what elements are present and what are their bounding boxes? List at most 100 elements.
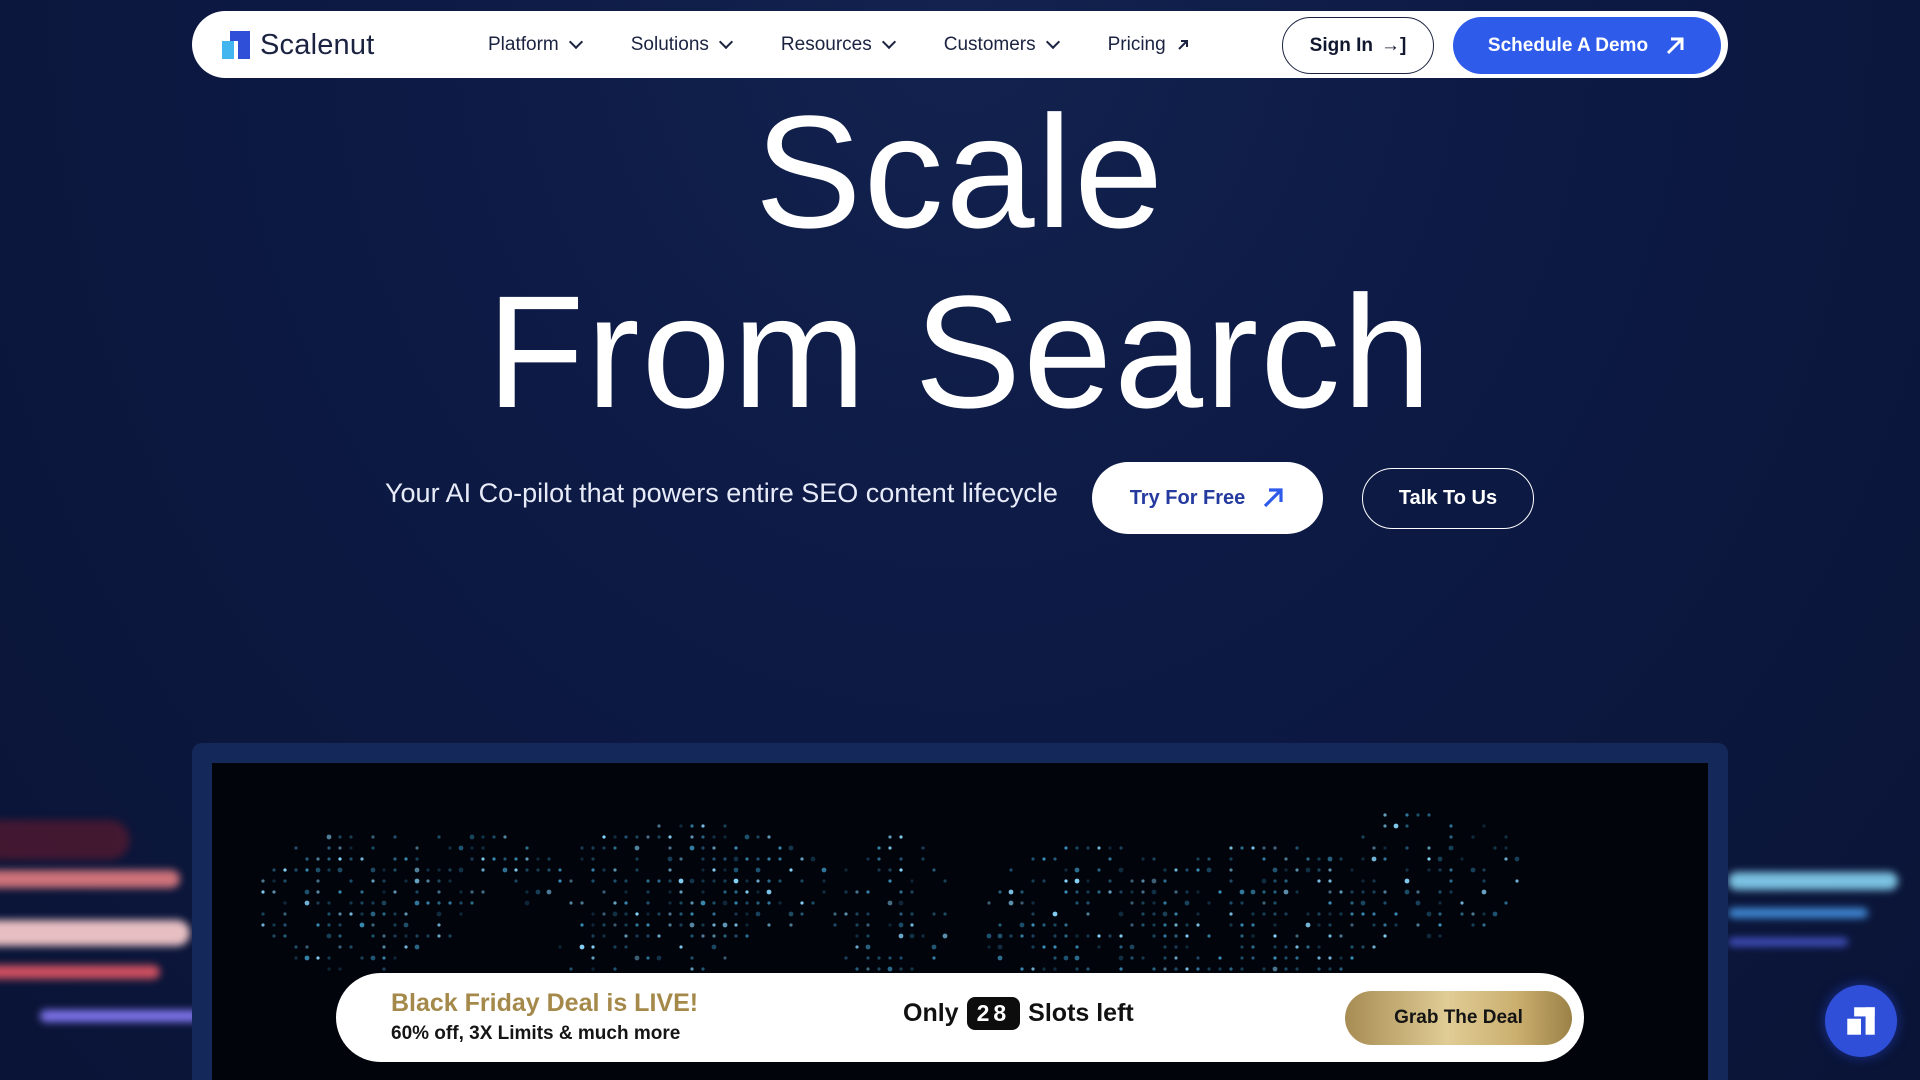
map-dot <box>360 890 364 894</box>
map-dot <box>646 901 650 905</box>
map-dot <box>1196 912 1200 916</box>
map-dot <box>789 923 793 927</box>
map-dot <box>689 845 695 851</box>
map-dot <box>1272 867 1278 873</box>
nav-item-pricing[interactable]: Pricing <box>1108 34 1190 56</box>
map-dot <box>723 824 727 828</box>
map-dot <box>437 879 441 883</box>
map-dot <box>1328 879 1332 883</box>
talk-to-us-button[interactable]: Talk To Us <box>1362 468 1534 529</box>
scalenut-logo[interactable]: Scalenut <box>222 29 374 61</box>
map-dot <box>646 956 650 960</box>
map-dot <box>1317 912 1321 916</box>
map-dot <box>1075 901 1079 905</box>
map-dot <box>1240 945 1244 949</box>
map-dot <box>404 857 408 861</box>
map-dot <box>602 912 606 916</box>
nav-item-resources[interactable]: Resources <box>781 34 896 56</box>
map-dot <box>1504 846 1508 850</box>
map-dot <box>855 945 859 949</box>
map-dot <box>1130 890 1134 894</box>
map-dot <box>1229 967 1233 971</box>
map-dot <box>1141 956 1145 960</box>
map-dot <box>1504 901 1508 905</box>
map-dot <box>536 868 540 872</box>
map-dot <box>338 846 342 850</box>
map-dot <box>1481 889 1487 895</box>
map-dot <box>1438 934 1442 938</box>
map-dot <box>1426 933 1432 939</box>
map-dot <box>591 967 595 971</box>
map-dot <box>382 956 386 960</box>
map-dot <box>1339 890 1343 894</box>
map-dot <box>1460 857 1464 861</box>
map-dot <box>613 846 617 850</box>
map-dot <box>1119 846 1123 850</box>
map-dot <box>393 923 397 927</box>
map-dot <box>1240 846 1244 850</box>
map-dot <box>1152 901 1156 905</box>
map-dot <box>1108 934 1112 938</box>
nav-item-customers[interactable]: Customers <box>944 34 1060 56</box>
map-dot <box>997 955 1003 961</box>
map-dot <box>657 824 661 828</box>
map-dot <box>1328 956 1332 960</box>
map-dot <box>1251 846 1255 850</box>
map-dot <box>382 934 386 938</box>
map-dot <box>668 846 672 850</box>
map-dot <box>877 846 881 850</box>
nav-item-platform[interactable]: Platform <box>488 34 583 56</box>
grab-the-deal-button[interactable]: Grab The Deal <box>1345 991 1572 1045</box>
map-dot <box>1405 813 1409 817</box>
map-dot <box>712 879 716 883</box>
map-dot <box>1163 934 1167 938</box>
map-dot <box>855 912 859 916</box>
map-dot <box>679 901 683 905</box>
schedule-demo-label: Schedule A Demo <box>1487 34 1649 56</box>
map-dot <box>1372 890 1376 894</box>
map-dot <box>481 835 485 839</box>
map-dot <box>1042 945 1046 949</box>
schedule-demo-button[interactable]: Schedule A Demo <box>1453 17 1721 74</box>
map-dot <box>393 890 397 894</box>
map-dot <box>591 956 595 960</box>
map-dot <box>888 846 892 850</box>
map-dot <box>723 956 727 960</box>
map-dot <box>283 923 287 927</box>
map-dot <box>1240 956 1244 960</box>
map-dot <box>1482 923 1486 927</box>
map-dot <box>591 945 595 949</box>
top-navbar: Scalenut Platform Solutions Resources Cu… <box>192 11 1728 78</box>
sign-in-button[interactable]: Sign In →] <box>1282 17 1434 74</box>
map-dot <box>701 967 705 971</box>
map-dot <box>338 967 342 971</box>
map-dot <box>701 824 705 828</box>
map-dot <box>1404 878 1410 884</box>
map-dot <box>1426 911 1432 917</box>
map-dot <box>646 934 650 938</box>
map-dot <box>1251 912 1255 916</box>
map-dot <box>723 879 727 883</box>
map-dot <box>987 945 991 949</box>
map-dot <box>415 934 419 938</box>
map-dot <box>1196 890 1200 894</box>
map-dot <box>448 868 452 872</box>
chat-widget-button[interactable] <box>1825 985 1897 1057</box>
map-dot <box>679 945 683 949</box>
map-dot <box>756 857 760 861</box>
map-dot <box>1218 956 1222 960</box>
map-dot <box>1339 956 1343 960</box>
map-dot <box>613 967 617 971</box>
map-dot <box>1273 923 1277 927</box>
map-dot <box>1284 857 1288 861</box>
map-dot <box>866 857 870 861</box>
map-dot <box>1207 901 1211 905</box>
map-dot <box>1097 945 1101 949</box>
map-dot <box>910 879 914 883</box>
try-for-free-button[interactable]: Try For Free <box>1092 462 1323 534</box>
nav-item-solutions[interactable]: Solutions <box>631 34 733 56</box>
map-dot <box>822 879 826 883</box>
map-dot <box>1185 934 1189 938</box>
map-dot <box>1118 867 1124 873</box>
map-dot <box>1449 835 1453 839</box>
